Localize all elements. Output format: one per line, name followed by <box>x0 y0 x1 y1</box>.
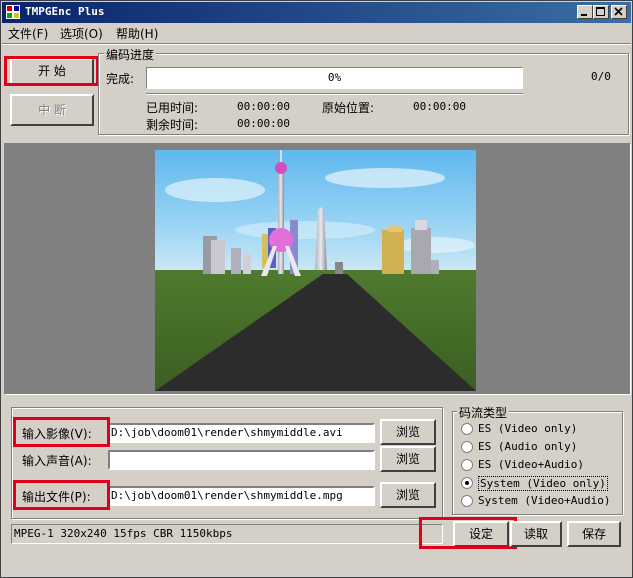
minimize-button[interactable] <box>577 5 593 19</box>
start-button[interactable]: 开 始 <box>10 58 94 85</box>
window-title: TMPGEnc Plus <box>25 5 105 18</box>
radio-es-audio-label[interactable]: ES (Audio only) <box>478 440 577 453</box>
output-browse-button[interactable]: 浏览 <box>380 482 436 508</box>
stream-type-label: 码流类型 <box>457 404 510 421</box>
status-bar: MPEG-1 320x240 15fps CBR 1150kbps <box>11 524 443 544</box>
menu-file[interactable]: 文件(F) <box>8 25 48 42</box>
video-input-label: 输入影像(V): <box>22 427 92 441</box>
radio-system-video-audio[interactable] <box>461 495 473 507</box>
progress-group-label: 编码进度 <box>104 46 157 63</box>
radio-es-video-audio-label[interactable]: ES (Video+Audio) <box>478 458 584 471</box>
menu-bar: 文件(F) 选项(O) 帮助(H) <box>2 23 631 43</box>
output-file-label: 输出文件(P): <box>22 490 91 504</box>
app-icon <box>6 5 20 19</box>
minimize-icon <box>581 14 587 16</box>
radio-system-video-label[interactable]: System (Video only) <box>478 476 608 491</box>
progress-percent: 0% <box>327 71 342 84</box>
radio-es-video-audio[interactable] <box>461 459 473 471</box>
audio-input-label: 输入声音(A): <box>22 454 92 468</box>
progress-divider <box>146 93 523 95</box>
maximize-icon <box>596 7 605 16</box>
radio-es-video[interactable] <box>461 423 473 435</box>
menu-options[interactable]: 选项(O) <box>60 25 103 42</box>
elapsed-label: 已用时间: <box>146 101 199 115</box>
settings-button[interactable]: 设定 <box>453 521 509 547</box>
radio-es-video-label[interactable]: ES (Video only) <box>478 422 577 435</box>
radio-system-video-audio-label[interactable]: System (Video+Audio) <box>478 494 610 507</box>
menu-help[interactable]: 帮助(H) <box>116 25 158 42</box>
close-button[interactable] <box>611 5 627 19</box>
close-icon <box>614 7 623 16</box>
preview-image <box>155 150 476 391</box>
load-button[interactable]: 读取 <box>510 521 562 547</box>
frame-count: 0/0 <box>591 70 611 83</box>
complete-label: 完成: <box>106 72 135 86</box>
audio-input-field[interactable] <box>108 450 375 470</box>
menu-separator <box>2 43 631 45</box>
source-position-value: 00:00:00 <box>413 100 466 113</box>
audio-browse-button[interactable]: 浏览 <box>380 446 436 472</box>
video-input-field[interactable]: D:\job\doom01\render\shmymiddle.avi <box>108 423 375 443</box>
remaining-value: 00:00:00 <box>237 117 290 130</box>
source-position-label: 原始位置: <box>322 101 375 115</box>
save-button[interactable]: 保存 <box>567 521 621 547</box>
progress-bar: 0% <box>146 67 523 89</box>
radio-es-audio[interactable] <box>461 441 473 453</box>
maximize-button[interactable] <box>593 5 609 19</box>
elapsed-value: 00:00:00 <box>237 100 290 113</box>
title-bar: TMPGEnc Plus <box>2 2 631 23</box>
output-file-field[interactable]: D:\job\doom01\render\shmymiddle.mpg <box>108 486 375 506</box>
remaining-label: 剩余时间: <box>146 118 199 132</box>
app-window: TMPGEnc Plus 文件(F) 选项(O) 帮助(H) 开 始 中 断 编… <box>0 0 633 578</box>
radio-system-video[interactable] <box>461 477 473 489</box>
preview-panel <box>4 143 631 395</box>
abort-button[interactable]: 中 断 <box>10 94 94 126</box>
video-browse-button[interactable]: 浏览 <box>380 419 436 445</box>
status-info: MPEG-1 320x240 15fps CBR 1150kbps <box>14 527 233 540</box>
